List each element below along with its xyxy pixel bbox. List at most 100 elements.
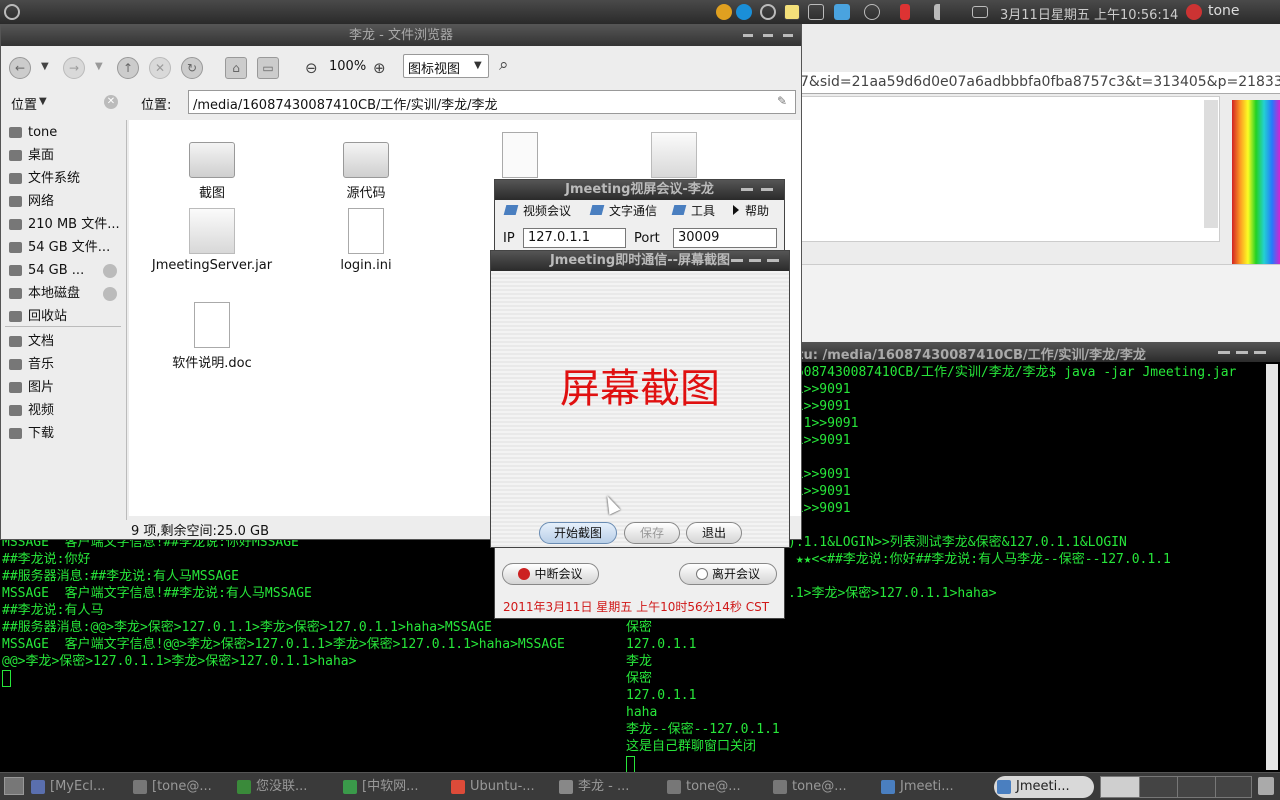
sidebar-item[interactable]: 视频	[9, 401, 54, 421]
menu-item[interactable]: 帮助	[733, 202, 769, 219]
save-button[interactable]: 保存	[624, 522, 680, 544]
sidebar-item[interactable]: 54 GB 文件...	[9, 238, 110, 258]
leave-meeting-button[interactable]: 离开会议	[679, 563, 777, 585]
mail-icon[interactable]	[972, 6, 988, 18]
computer-icon[interactable]: ▭	[257, 57, 279, 79]
close-icon[interactable]	[761, 188, 773, 191]
network-icon[interactable]	[834, 4, 850, 20]
back-icon[interactable]: ←	[9, 57, 31, 79]
maximize-icon[interactable]	[749, 259, 761, 262]
workspace-3[interactable]	[1177, 777, 1215, 797]
reload-icon[interactable]: ↻	[181, 57, 203, 79]
browser-url-bar[interactable]: 7&sid=21aa59d6d0e07a6adbbbfa0fba8757c3&t…	[800, 72, 1280, 94]
menu-item[interactable]: 视频会议	[503, 202, 571, 219]
qq-icon[interactable]	[716, 4, 732, 20]
ip-input[interactable]: 127.0.1.1	[523, 228, 626, 248]
maximize-icon[interactable]	[1236, 351, 1248, 354]
clock[interactable]: 3月11日星期五 上午10:56:14	[1000, 4, 1178, 23]
close-icon[interactable]	[783, 34, 793, 37]
view-mode-select[interactable]: 图标视图 ▼	[403, 54, 489, 78]
notes-icon[interactable]	[784, 4, 800, 20]
sidebar-header-dropdown-icon[interactable]: ▼	[39, 96, 47, 107]
trash-icon[interactable]	[1258, 777, 1274, 795]
zoom-in-icon[interactable]: ⊕	[373, 59, 386, 77]
sidebar-item[interactable]: 回收站	[9, 307, 67, 327]
color-palette[interactable]	[1232, 100, 1280, 276]
taskbar-item[interactable]: Jmeeti...	[878, 776, 974, 798]
sidebar-item[interactable]: 54 GB ...	[9, 261, 117, 281]
workspace-2[interactable]	[1139, 777, 1177, 797]
battery-icon[interactable]	[900, 4, 910, 20]
maximize-icon[interactable]	[763, 34, 773, 37]
workspace-4[interactable]	[1215, 777, 1252, 797]
browser-icon[interactable]	[736, 4, 752, 20]
workspace-switcher[interactable]	[1100, 776, 1252, 798]
taskbar-item[interactable]: 李龙 - ...	[556, 776, 652, 798]
taskbar-item[interactable]: tone@...	[770, 776, 866, 798]
location-input[interactable]: /media/16087430087410CB/工作/实训/李龙/李龙 ✎	[188, 90, 796, 114]
taskbar-item[interactable]: Ubuntu-...	[448, 776, 544, 798]
minimize-icon[interactable]	[741, 188, 753, 191]
up-icon[interactable]: ↑	[117, 57, 139, 79]
terminal-right[interactable]: ntu: /media/16087430087410CB/工作/实训/李龙/李龙…	[780, 342, 1280, 772]
volume-muted-icon[interactable]	[934, 4, 948, 20]
interrupt-meeting-button[interactable]: 中断会议	[502, 563, 599, 585]
exit-button[interactable]: 退出	[686, 522, 742, 544]
file-item[interactable]	[609, 132, 739, 182]
terminal-line: ★★<<##李龙说:你好##李龙说:有人马李龙--保密--127.0.1.1	[788, 552, 1171, 567]
sidebar-item[interactable]: 图片	[9, 378, 54, 398]
sidebar-item[interactable]: 网络	[9, 192, 54, 212]
forward-icon[interactable]: →	[63, 57, 85, 79]
minimize-icon[interactable]	[1218, 351, 1230, 354]
back-dropdown-icon[interactable]: ▼	[41, 61, 49, 72]
taskbar-item[interactable]: 您没联...	[234, 776, 330, 798]
eject-icon[interactable]	[103, 264, 117, 278]
file-item[interactable]: login.ini	[301, 208, 431, 273]
sidebar-header[interactable]: 位置	[11, 94, 37, 113]
menu-item[interactable]: 文字通信	[589, 202, 657, 219]
taskbar-item[interactable]: [中软网...	[340, 776, 436, 798]
sidebar-item[interactable]: 本地磁盘	[9, 284, 117, 304]
taskbar-item[interactable]: [MyEcl...	[28, 776, 124, 798]
sidebar-item[interactable]: 210 MB 文件...	[9, 215, 120, 235]
ubuntu-menu-icon[interactable]	[4, 4, 20, 20]
close-icon[interactable]	[767, 259, 779, 262]
bluetooth-icon[interactable]	[864, 4, 880, 20]
keyboard-icon[interactable]	[808, 4, 824, 20]
zoom-out-icon[interactable]: ⊖	[305, 59, 318, 77]
forward-dropdown-icon[interactable]: ▼	[95, 61, 103, 72]
file-item[interactable]: 源代码	[301, 132, 431, 201]
user-name[interactable]: tone	[1208, 3, 1240, 19]
sidebar-item[interactable]: 文档	[9, 332, 54, 352]
update-icon[interactable]	[760, 4, 776, 20]
taskbar-item[interactable]: [tone@...	[130, 776, 226, 798]
minimize-icon[interactable]	[731, 259, 743, 262]
file-item[interactable]: JmeetingServer.jar	[147, 208, 277, 273]
taskbar-app-icon	[997, 780, 1011, 794]
home-icon[interactable]: ⌂	[225, 57, 247, 79]
sidebar-item[interactable]: 下载	[9, 424, 54, 444]
sidebar-item[interactable]: tone	[9, 123, 57, 143]
file-item[interactable]: 软件说明.doc	[147, 302, 277, 371]
stop-icon[interactable]: ✕	[149, 57, 171, 79]
user-status-icon[interactable]	[1186, 4, 1202, 20]
sidebar-item[interactable]: 音乐	[9, 355, 54, 375]
sidebar-item[interactable]: 桌面	[9, 146, 54, 166]
taskbar-item[interactable]: Jmeeti...	[994, 776, 1094, 798]
sidebar-item[interactable]: 文件系统	[9, 169, 80, 189]
browser-scrollbar[interactable]	[1204, 100, 1218, 228]
search-icon[interactable]: ⌕	[499, 55, 509, 75]
start-screenshot-button[interactable]: 开始截图	[539, 522, 617, 544]
minimize-icon[interactable]	[743, 34, 753, 37]
port-input[interactable]: 30009	[673, 228, 777, 248]
menu-item[interactable]: 工具	[671, 202, 715, 219]
workspace-1[interactable]	[1101, 777, 1139, 797]
show-desktop-icon[interactable]	[4, 777, 24, 795]
close-icon[interactable]	[1254, 351, 1266, 354]
terminal-right-scrollbar[interactable]	[1266, 364, 1278, 770]
sidebar-close-icon[interactable]: ✕	[104, 95, 118, 109]
clear-location-icon[interactable]: ✎	[777, 94, 787, 108]
file-item[interactable]: 截图	[147, 132, 277, 201]
taskbar-item[interactable]: tone@...	[664, 776, 760, 798]
eject-icon[interactable]	[103, 287, 117, 301]
